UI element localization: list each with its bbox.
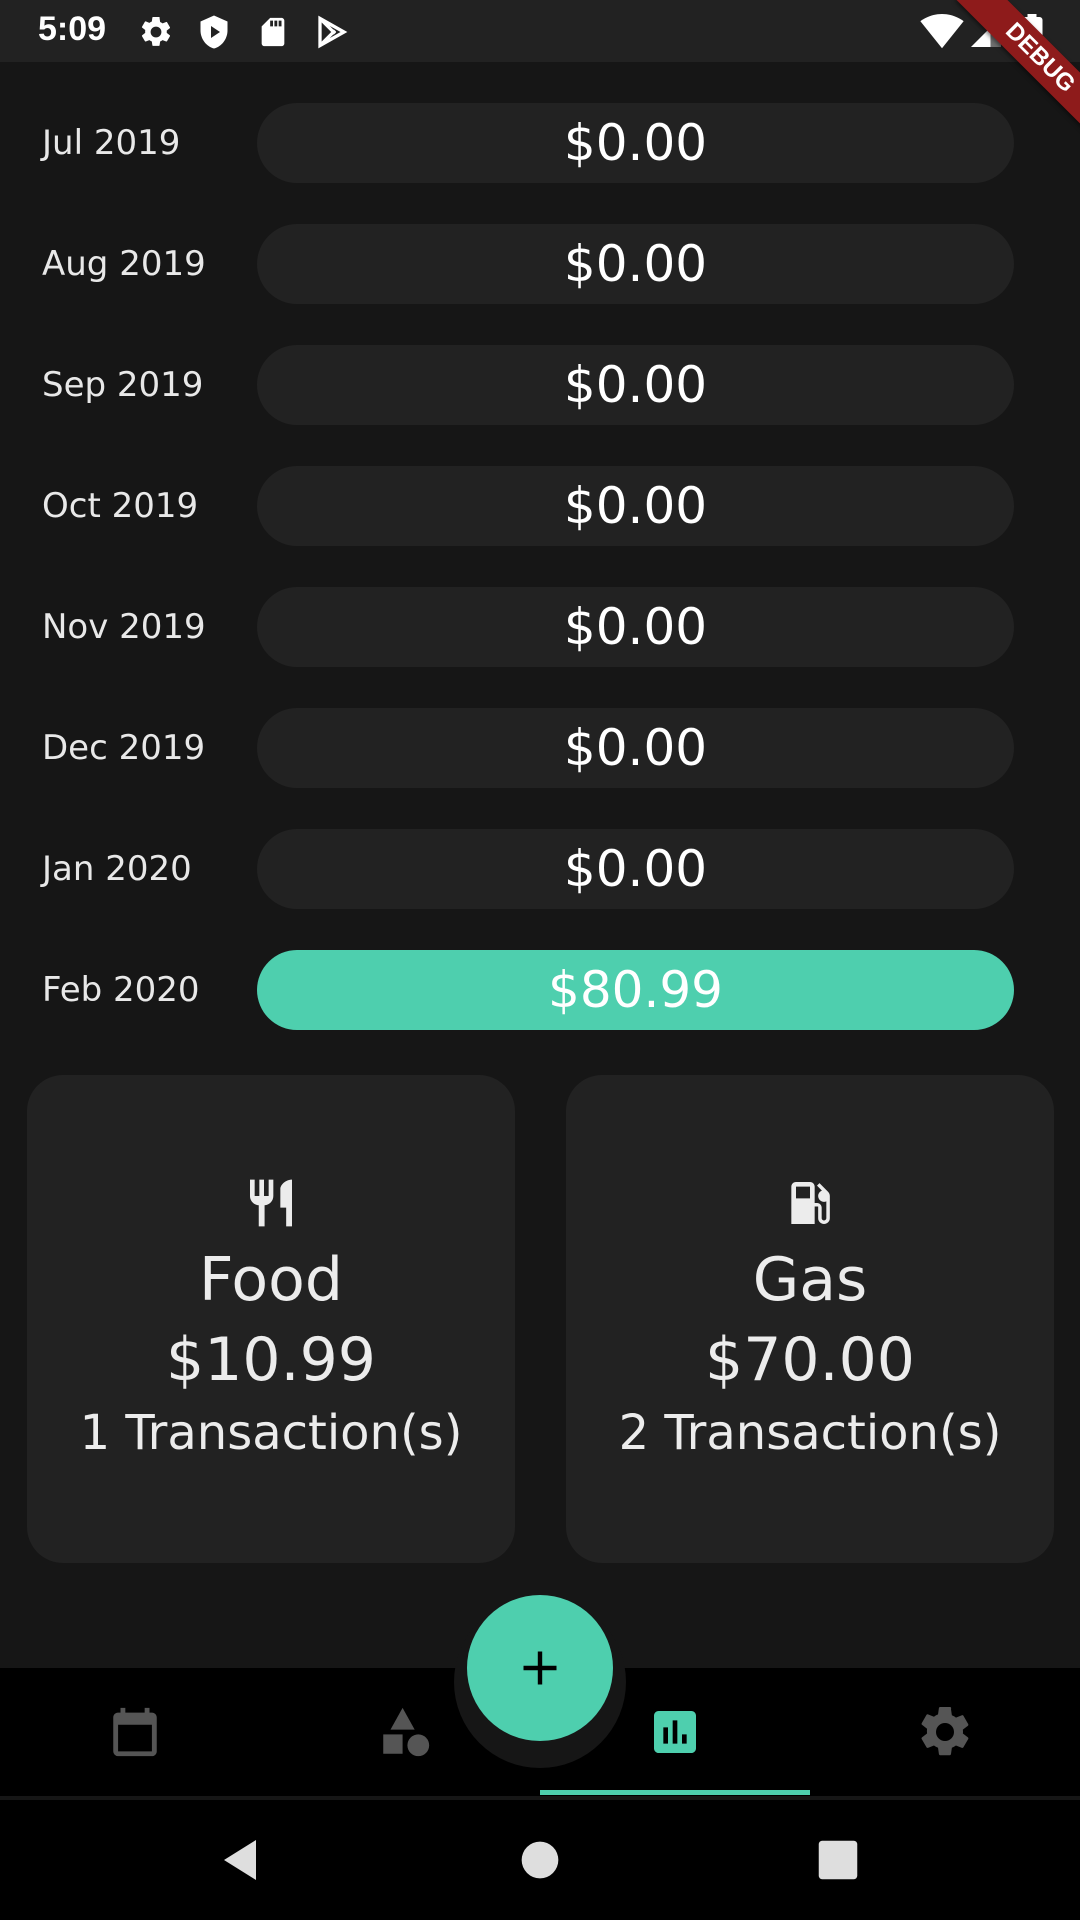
home-button[interactable] <box>510 1830 570 1890</box>
month-row[interactable]: Jul 2019 $0.00 <box>0 103 1080 183</box>
nav-item-settings[interactable] <box>810 1668 1080 1796</box>
wifi-icon <box>920 14 964 49</box>
month-label: Oct 2019 <box>42 486 199 526</box>
category-name: Gas <box>752 1245 868 1315</box>
plus-icon <box>523 1651 557 1685</box>
back-button[interactable] <box>210 1830 270 1890</box>
month-label: Feb 2020 <box>42 970 200 1010</box>
month-label: Aug 2019 <box>42 244 206 284</box>
sd-card-icon <box>261 17 285 47</box>
gas-station-icon <box>566 1175 1054 1235</box>
month-amount-bar[interactable]: $0.00 <box>257 224 1014 304</box>
nav-item-calendar[interactable] <box>0 1668 270 1796</box>
add-transaction-button[interactable] <box>467 1595 613 1741</box>
categories-icon <box>383 1707 430 1757</box>
month-row[interactable]: Dec 2019 $0.00 <box>0 708 1080 788</box>
month-label: Sep 2019 <box>42 365 204 405</box>
category-card-gas[interactable]: Gas $70.00 2 Transaction(s) <box>566 1075 1054 1563</box>
back-icon <box>224 1840 256 1880</box>
system-nav-bar <box>0 1800 1080 1920</box>
settings-icon <box>141 16 171 46</box>
status-time: 5:09 <box>38 10 107 48</box>
category-transaction-count: 2 Transaction(s) <box>618 1405 1002 1461</box>
status-bar: 5:09 <box>0 0 1080 62</box>
chart-icon <box>654 1711 696 1753</box>
month-label: Jan 2020 <box>42 849 192 889</box>
month-amount-bar[interactable]: $0.00 <box>257 587 1014 667</box>
month-amount-bar-selected[interactable]: $80.99 <box>257 950 1014 1030</box>
category-card-food[interactable]: Food $10.99 1 Transaction(s) <box>27 1075 515 1563</box>
category-name: Food <box>199 1245 343 1315</box>
month-row[interactable]: Jan 2020 $0.00 <box>0 829 1080 909</box>
category-transaction-count: 1 Transaction(s) <box>79 1405 463 1461</box>
category-amount: $70.00 <box>705 1325 915 1395</box>
month-amount-bar[interactable]: $0.00 <box>257 345 1014 425</box>
month-row[interactable]: Nov 2019 $0.00 <box>0 587 1080 667</box>
nav-selected-indicator <box>540 1790 810 1795</box>
settings-icon <box>921 1706 969 1756</box>
month-row[interactable]: Oct 2019 $0.00 <box>0 466 1080 546</box>
month-row[interactable]: Sep 2019 $0.00 <box>0 345 1080 425</box>
month-label: Nov 2019 <box>42 607 206 647</box>
play-store-icon <box>318 15 348 49</box>
home-icon <box>521 1841 559 1879</box>
recents-icon <box>818 1840 858 1880</box>
month-amount-bar[interactable]: $0.00 <box>257 103 1014 183</box>
month-row[interactable]: Aug 2019 $0.00 <box>0 224 1080 304</box>
month-amount-bar[interactable]: $0.00 <box>257 708 1014 788</box>
month-label: Jul 2019 <box>42 123 181 163</box>
month-amount-bar[interactable]: $0.00 <box>257 466 1014 546</box>
month-label: Dec 2019 <box>42 728 206 768</box>
utensils-icon <box>27 1175 515 1235</box>
calendar-icon <box>113 1707 157 1757</box>
category-amount: $10.99 <box>166 1325 376 1395</box>
month-row-selected[interactable]: Feb 2020 $80.99 <box>0 950 1080 1030</box>
shield-icon <box>200 15 228 49</box>
month-amount-bar[interactable]: $0.00 <box>257 829 1014 909</box>
recents-button[interactable] <box>808 1830 868 1890</box>
